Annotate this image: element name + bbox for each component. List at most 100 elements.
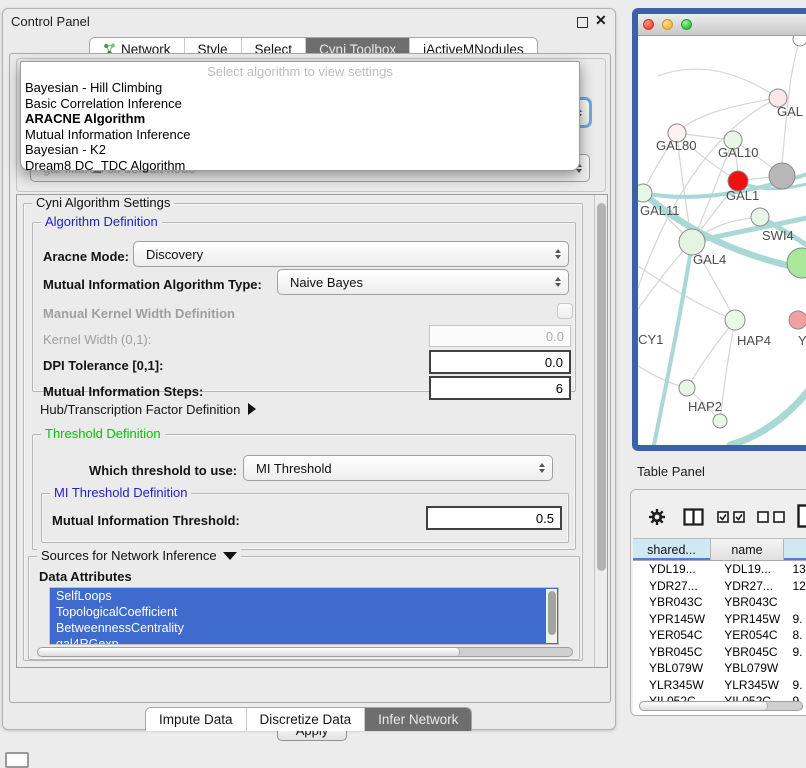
algorithm-option[interactable]: Mutual Information Inference [21, 127, 579, 143]
gear-icon[interactable] [647, 507, 667, 527]
mi-threshold-field[interactable] [426, 506, 562, 530]
attribute-item[interactable]: BetweennessCentrality [50, 620, 558, 636]
table-horizontal-scrollbar[interactable] [639, 701, 803, 711]
attribute-item[interactable]: SelfLoops [50, 588, 558, 604]
node-label: GAL [777, 104, 803, 119]
table-row[interactable]: YBR045CYBR045C9. [633, 644, 806, 661]
table-row[interactable]: YPR145WYPR145W9. [633, 611, 806, 628]
network-canvas[interactable]: GAL GAL80 GAL10 GAL1 GAL11 SWI4 GAL4 GCY… [638, 36, 806, 445]
cell: 9. [782, 677, 806, 694]
tab-infer-network[interactable]: Infer Network [364, 708, 471, 731]
manual-kernel-checkbox[interactable] [557, 303, 573, 319]
column-header[interactable] [784, 539, 806, 560]
restore-panel-icon[interactable] [5, 752, 29, 768]
table-panel: shared... name YDL19...YDL19...13 YDR27.… [630, 489, 806, 716]
cell: YBR043C [710, 594, 782, 611]
hub-definition-expander[interactable]: Hub/Transcription Factor Definition [40, 402, 256, 417]
cell: YBR045C [710, 644, 782, 661]
attributes-scrollbar[interactable] [546, 589, 557, 643]
cell: YPR145W [633, 611, 710, 628]
network-node[interactable] [787, 248, 806, 278]
bottom-tabbar: Impute Data Discretize Data Infer Networ… [145, 707, 472, 731]
combo-spinner-icon [539, 463, 545, 473]
mi-steps-field[interactable] [429, 376, 571, 400]
settings-vertical-scrollbar[interactable] [594, 195, 607, 667]
cell: YER054C [710, 627, 782, 644]
table-row[interactable]: YDL19...YDL19...13 [633, 561, 806, 578]
column-header-shared-name[interactable]: shared... [633, 539, 711, 560]
attribute-item[interactable]: TopologicalCoefficient [50, 604, 558, 620]
hub-definition-label: Hub/Transcription Factor Definition [40, 402, 240, 417]
scrollbar-thumb[interactable] [38, 648, 460, 656]
kernel-width-field[interactable] [429, 325, 571, 347]
combo-spinner-icon [555, 249, 561, 259]
algorithm-option[interactable]: Basic Correlation Inference [21, 96, 579, 112]
network-node[interactable] [789, 311, 806, 329]
cell: YDR27... [710, 578, 782, 595]
network-view-window: GAL GAL80 GAL10 GAL1 GAL11 SWI4 GAL4 GCY… [632, 8, 806, 451]
attributes-horizontal-scrollbar[interactable] [37, 647, 573, 657]
zoom-traffic-light[interactable] [681, 19, 692, 30]
dpi-tolerance-field[interactable] [429, 350, 571, 374]
group-title: Threshold Definition [41, 426, 165, 441]
export-table-icon[interactable] [797, 504, 806, 528]
aracne-mode-combo[interactable]: Discovery [133, 241, 569, 267]
select-all-checkboxes-icon[interactable] [717, 511, 745, 523]
scrollbar-thumb[interactable] [548, 591, 556, 635]
algorithm-option-selected[interactable]: ARACNE Algorithm [21, 111, 579, 127]
node-label: HAP2 [688, 399, 722, 414]
dpi-tolerance-label: DPI Tolerance [0,1]: [43, 358, 163, 373]
network-node-hap4[interactable] [725, 310, 745, 330]
scrollbar-thumb[interactable] [640, 702, 768, 710]
close-traffic-light[interactable] [643, 19, 654, 30]
table-row[interactable]: YBL079WYBL079W [633, 660, 806, 677]
columns-icon[interactable] [683, 508, 704, 526]
kernel-width-label: Kernel Width (0,1): [43, 332, 151, 347]
node-label: GCY1 [638, 332, 663, 347]
which-threshold-label: Which threshold to use: [89, 463, 237, 478]
float-window-icon[interactable] [577, 17, 588, 28]
table-row[interactable]: YLR345WYLR345W9. [633, 677, 806, 694]
cell: YLR345W [633, 677, 710, 694]
expand-down-icon [223, 552, 237, 560]
combo-spinner-icon [555, 277, 561, 287]
network-node[interactable] [769, 163, 795, 189]
node-label: Y [798, 333, 806, 348]
cyni-algorithm-settings-group: Cyni Algorithm Settings Algorithm Defini… [23, 203, 583, 661]
which-threshold-combo[interactable]: MI Threshold [243, 455, 553, 481]
algorithm-option[interactable]: Bayesian - K2 [21, 142, 579, 158]
table-row[interactable]: YDR27...YDR27...12 [633, 578, 806, 595]
table-row[interactable]: YBR043CYBR043C [633, 594, 806, 611]
network-node-swi4[interactable] [751, 208, 769, 226]
node-label: GAL11 [640, 203, 680, 218]
network-window-titlebar[interactable] [638, 14, 806, 36]
network-node-gal11[interactable] [638, 184, 652, 202]
network-node[interactable] [713, 414, 727, 428]
node-table: shared... name YDL19...YDL19...13 YDR27.… [633, 538, 806, 715]
tab-discretize-data[interactable]: Discretize Data [246, 708, 365, 731]
network-node[interactable] [793, 36, 806, 46]
control-panel-window: Control Panel ✕ Network Style Select Cyn… [2, 8, 616, 730]
cell: YBR043C [633, 594, 710, 611]
mi-threshold-group: MI Threshold Definition Mutual Informati… [41, 493, 569, 543]
cell: YDL19... [633, 561, 710, 578]
cell: 13 [782, 561, 806, 578]
attribute-item[interactable]: gal4RGexp [50, 636, 558, 645]
algorithm-option[interactable]: Bayesian - Hill Climbing [21, 80, 579, 96]
algorithm-option[interactable]: Dream8 DC_TDC Algorithm [21, 158, 579, 174]
close-icon[interactable]: ✕ [595, 12, 607, 29]
combo-value: Discovery [146, 247, 203, 262]
tab-impute-data[interactable]: Impute Data [146, 708, 246, 731]
mi-algorithm-type-combo[interactable]: Naive Bayes [277, 269, 569, 295]
node-label: GAL4 [693, 252, 726, 267]
group-title: MI Threshold Definition [50, 485, 191, 500]
deselect-all-checkboxes-icon[interactable] [757, 511, 785, 523]
cell: YBL079W [710, 660, 782, 677]
sources-expander[interactable]: Sources for Network Inference [37, 548, 241, 563]
network-node-hap2[interactable] [679, 380, 695, 396]
data-attributes-list: SelfLoops TopologicalCoefficient Between… [49, 587, 559, 645]
minimize-traffic-light[interactable] [662, 19, 673, 30]
table-row[interactable]: YER054CYER054C8. [633, 627, 806, 644]
column-header-name[interactable]: name [711, 539, 784, 560]
scrollbar-thumb[interactable] [597, 203, 606, 571]
